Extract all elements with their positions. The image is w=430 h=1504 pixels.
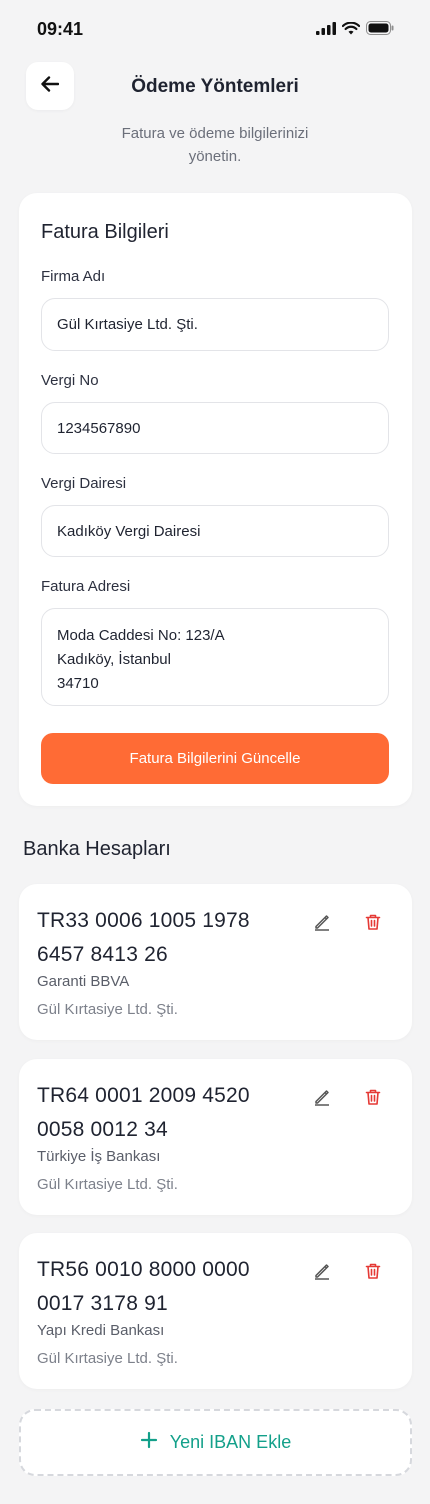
account-holder: Gül Kırtasiye Ltd. Şti.	[37, 1001, 178, 1018]
tax-number-field[interactable]: 1234567890	[41, 402, 389, 454]
bank-account-card: TR56 0010 8000 0000 0017 3178 91 Yapı Kr…	[19, 1233, 412, 1389]
trash-icon	[364, 913, 382, 936]
billing-address-field[interactable]: Moda Caddesi No: 123/A Kadıköy, İstanbul…	[41, 608, 389, 706]
bank-name: Yapı Kredi Bankası	[37, 1322, 165, 1339]
billing-address-label: Fatura Adresi	[41, 578, 131, 595]
delete-button[interactable]	[361, 1261, 385, 1285]
bank-account-card: TR33 0006 1005 1978 6457 8413 26 Garanti…	[19, 884, 412, 1040]
signal-icon	[316, 21, 336, 40]
tax-office-label: Vergi Dairesi	[41, 475, 127, 492]
edit-icon	[313, 913, 331, 936]
company-name-field[interactable]: Gül Kırtasiye Ltd. Şti.	[41, 298, 389, 351]
trash-icon	[364, 1262, 382, 1285]
battery-icon	[366, 21, 394, 40]
billing-info-card: Fatura Bilgileri Firma Adı Gül Kırtasiye…	[19, 193, 412, 806]
page-title: Ödeme Yöntemleri	[131, 76, 299, 97]
tax-number-label: Vergi No	[41, 372, 99, 389]
bank-name: Garanti BBVA	[37, 973, 130, 990]
delete-button[interactable]	[361, 912, 385, 936]
update-billing-button[interactable]: Fatura Bilgilerini Güncelle	[41, 733, 389, 784]
iban-number: TR33 0006 1005 1978 6457 8413 26	[37, 909, 250, 966]
trash-icon	[364, 1088, 382, 1111]
bank-name: Türkiye İş Bankası	[37, 1148, 161, 1165]
add-iban-button[interactable]: Yeni IBAN Ekle	[19, 1409, 412, 1476]
status-icons	[316, 21, 394, 40]
page-subtitle: Fatura ve ödeme bilgilerinizi yönetin.	[121, 125, 309, 165]
billing-card-title: Fatura Bilgileri	[41, 221, 169, 243]
header: Ödeme Yöntemleri	[0, 62, 430, 114]
bank-account-card: TR64 0001 2009 4520 0058 0012 34 Türkiye…	[19, 1059, 412, 1215]
add-iban-label: Yeni IBAN Ekle	[169, 1432, 292, 1452]
wifi-icon	[341, 21, 361, 40]
account-holder: Gül Kırtasiye Ltd. Şti.	[37, 1176, 178, 1193]
delete-button[interactable]	[361, 1087, 385, 1111]
tax-office-field[interactable]: Kadıköy Vergi Dairesi	[41, 505, 389, 557]
edit-button[interactable]	[310, 1261, 334, 1285]
status-bar: 09:41	[0, 0, 430, 60]
edit-button[interactable]	[310, 1087, 334, 1111]
edit-icon	[313, 1262, 331, 1285]
bank-accounts-title: Banka Hesapları	[23, 838, 171, 860]
status-time: 09:41	[37, 19, 84, 39]
account-holder: Gül Kırtasiye Ltd. Şti.	[37, 1350, 178, 1367]
edit-button[interactable]	[310, 912, 334, 936]
iban-number: TR56 0010 8000 0000 0017 3178 91	[37, 1258, 250, 1315]
company-name-label: Firma Adı	[41, 268, 106, 285]
plus-icon	[140, 1431, 158, 1454]
iban-number: TR64 0001 2009 4520 0058 0012 34	[37, 1084, 250, 1141]
edit-icon	[313, 1088, 331, 1111]
